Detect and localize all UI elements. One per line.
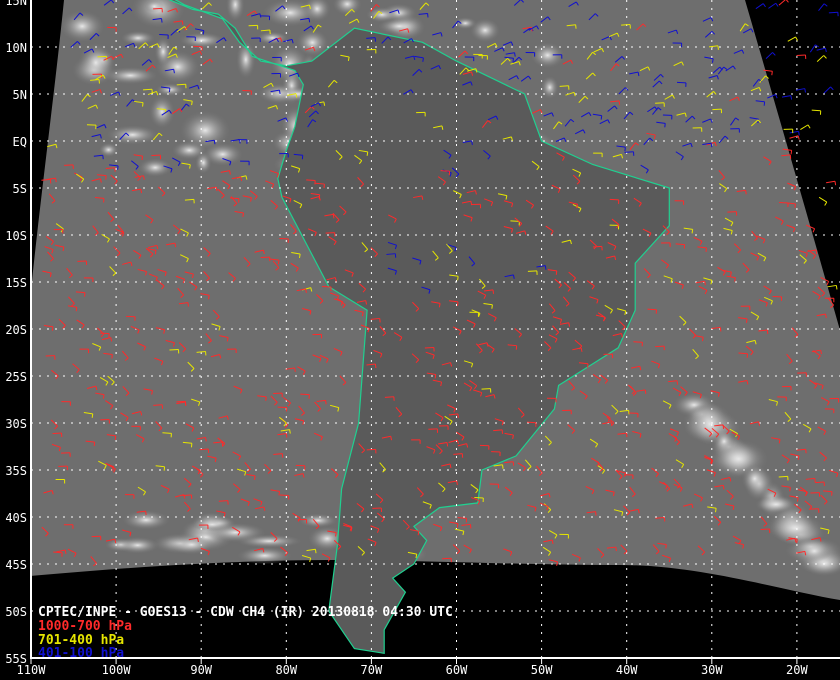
wind-barb (789, 135, 800, 140)
latitude-labels: 15N10N5NEQ5S10S15S20S25S30S35S40S45S50S5… (5, 0, 27, 666)
wind-barb (765, 52, 776, 60)
wind-barb (818, 196, 828, 206)
map-canvas: 15N 10N 5N EQ 5S 10S 15S 20S 25S 30S 35S 40S 45S 50S 5… (5, 0, 840, 677)
wind-barb (781, 95, 793, 100)
latitude-label: 5N (13, 88, 27, 102)
latitude-label: 50S (5, 605, 27, 619)
wind-barb (778, 0, 789, 6)
wind-barb (823, 86, 834, 94)
longitude-label: 40W (616, 663, 638, 677)
longitude-label: 70W (361, 663, 383, 677)
wind-barb (755, 3, 766, 10)
latitude-label: 35S (5, 464, 27, 478)
wind-barb (796, 54, 807, 59)
latitude-label: 10N (5, 41, 27, 55)
wind-barb (809, 44, 819, 53)
longitude-label: 90W (190, 663, 212, 677)
wind-barb (816, 55, 827, 62)
map-title: CPTEC/INPE - GOES13 - CDW CH4 (IR) 20130… (38, 605, 453, 620)
longitude-label: 100W (102, 663, 132, 677)
longitude-label: 110W (17, 663, 47, 677)
cloud (78, 42, 114, 83)
cloud (377, 17, 421, 35)
latitude-label: 40S (5, 511, 27, 525)
latitude-label: 15N (5, 0, 27, 8)
cloud (741, 463, 768, 494)
latitude-label: 20S (5, 323, 27, 337)
cloud (262, 0, 318, 27)
latitude-label: EQ (13, 135, 27, 149)
cloud (120, 30, 156, 46)
cloud (541, 76, 559, 99)
wind-barb (826, 180, 837, 186)
wind-barb (787, 36, 799, 42)
wind-barb (800, 124, 811, 131)
latitude-label: 30S (5, 417, 27, 431)
cloud (168, 534, 215, 555)
latitude-label: 25S (5, 370, 27, 384)
legend-high-level: 401-100 hPa (38, 646, 124, 661)
longitude-labels: 110W 100W 90W 80W 70W 60W 50W 40W 30W 20W (17, 663, 809, 677)
latitude-label: 15S (5, 276, 27, 290)
longitude-label: 60W (446, 663, 468, 677)
wind-barb (828, 11, 839, 17)
latitude-label: 45S (5, 558, 27, 572)
cloud (205, 522, 266, 543)
longitude-label: 30W (701, 663, 723, 677)
legend-low-level: 1000-700 hPa (38, 619, 132, 634)
wind-barb (768, 2, 779, 9)
cloud (530, 42, 565, 69)
satellite-wind-map: 15N 10N 5N EQ 5S 10S 15S 20S 25S 30S 35S 40S 45S 50S 5… (0, 0, 840, 680)
cloud (98, 142, 119, 157)
latitude-label: 10S (5, 229, 27, 243)
latitude-label: 5S (13, 182, 27, 196)
cloud (202, 142, 243, 166)
cloud (797, 539, 832, 563)
longitude-label: 50W (531, 663, 553, 677)
cloud (470, 18, 500, 43)
wind-barb (811, 109, 822, 115)
longitude-label: 20W (786, 663, 808, 677)
cloud (179, 32, 225, 49)
wind-barb (816, 47, 827, 53)
cloud (106, 125, 159, 145)
cloud (144, 0, 164, 13)
cloud (154, 37, 172, 67)
wind-barb (827, 284, 838, 290)
wind-barb (789, 130, 800, 136)
cloud (256, 31, 289, 45)
cloud (116, 536, 160, 554)
longitude-label: 80W (275, 663, 297, 677)
cloud (755, 495, 797, 514)
wind-barb (818, 3, 828, 12)
